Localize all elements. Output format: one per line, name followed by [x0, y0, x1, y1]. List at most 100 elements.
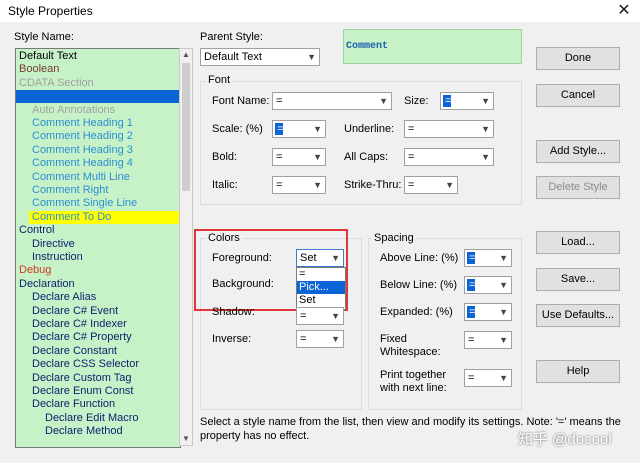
chevron-down-icon: ▼: [499, 335, 508, 345]
scroll-up-icon[interactable]: ▲: [180, 49, 192, 61]
style-list-item[interactable]: Boolean: [19, 63, 59, 76]
style-list-item[interactable]: Auto Annotations: [32, 104, 115, 117]
use-defaults-button[interactable]: Use Defaults...: [536, 304, 620, 327]
scale-label: Scale: (%): [212, 123, 263, 135]
done-button[interactable]: Done: [536, 47, 620, 70]
chevron-down-icon: ▼: [307, 52, 316, 62]
style-list-item[interactable]: Declare Constant: [32, 345, 117, 358]
foreground-value: Set: [300, 252, 317, 264]
preview-text: Comment: [346, 41, 389, 52]
style-list-item[interactable]: Declare Enum Const: [32, 385, 134, 398]
expanded-select[interactable]: = ▼: [464, 303, 512, 321]
italic-label: Italic:: [212, 179, 238, 191]
inverse-select[interactable]: = ▼: [296, 330, 344, 348]
style-list-item[interactable]: Comment Right: [32, 184, 108, 197]
underline-select[interactable]: = ▼: [404, 120, 494, 138]
foreground-select[interactable]: Set ▼: [296, 249, 344, 267]
style-list-item[interactable]: Comment To Do: [29, 210, 180, 224]
hint-line-2: property has no effect.: [200, 430, 310, 442]
save-button[interactable]: Save...: [536, 268, 620, 291]
scale-value: =: [277, 123, 284, 135]
strike-thru-value: =: [408, 179, 415, 191]
style-list-item[interactable]: Directive: [32, 238, 75, 251]
font-name-value: =: [276, 95, 283, 107]
style-list-item[interactable]: Debug: [19, 264, 51, 277]
print-together-select[interactable]: = ▼: [464, 369, 512, 387]
load-button[interactable]: Load...: [536, 231, 620, 254]
dropdown-option-set[interactable]: Set: [297, 294, 345, 307]
style-list-item[interactable]: Declare Custom Tag: [32, 372, 131, 385]
font-name-label: Font Name:: [212, 95, 270, 107]
add-style-button[interactable]: Add Style...: [536, 140, 620, 163]
strike-thru-label: Strike-Thru:: [344, 179, 402, 191]
spacing-group-label: Spacing: [372, 232, 416, 244]
parent-style-select[interactable]: Default Text ▼: [200, 48, 320, 66]
style-list-item[interactable]: Comment Heading 3: [32, 144, 133, 157]
shadow-value: =: [300, 310, 307, 322]
delete-style-button[interactable]: Delete Style: [536, 176, 620, 199]
style-list-item[interactable]: Comment Heading 2: [32, 130, 133, 143]
scroll-thumb[interactable]: [182, 63, 190, 191]
style-list-item[interactable]: Comment Multi Line: [32, 171, 130, 184]
style-list-item[interactable]: Declare C# Event: [32, 305, 118, 318]
chevron-down-icon: ▼: [331, 311, 340, 321]
style-list-item[interactable]: Declare CSS Selector: [32, 358, 139, 371]
hint-line-1: Select a style name from the list, then …: [200, 416, 621, 428]
chevron-down-icon: ▼: [499, 253, 508, 263]
fixed-whitespace-select[interactable]: = ▼: [464, 331, 512, 349]
above-line-select[interactable]: = ▼: [464, 249, 512, 267]
expanded-value: =: [469, 306, 476, 318]
style-list-item[interactable]: Declare C# Indexer: [32, 318, 127, 331]
style-list-item[interactable]: Comment Heading 1: [32, 117, 133, 130]
below-line-select[interactable]: = ▼: [464, 276, 512, 294]
dropdown-option-equals[interactable]: =: [297, 268, 345, 281]
chevron-down-icon: ▼: [313, 180, 322, 190]
style-list-item[interactable]: Declare Alias: [32, 291, 96, 304]
help-button[interactable]: Help: [536, 360, 620, 383]
cancel-button[interactable]: Cancel: [536, 84, 620, 107]
strike-thru-select[interactable]: = ▼: [404, 176, 458, 194]
bold-select[interactable]: = ▼: [272, 148, 326, 166]
style-list-scrollbar[interactable]: ▲ ▼: [179, 48, 193, 446]
foreground-dropdown[interactable]: = Pick... Set: [296, 267, 346, 310]
italic-select[interactable]: = ▼: [272, 176, 326, 194]
style-list-item[interactable]: Declare C# Property: [32, 331, 132, 344]
print-together-label-1: Print together: [380, 369, 447, 381]
style-list-items: Default Text Boolean CDATA Section Auto Ann…: [16, 49, 180, 447]
style-list-item[interactable]: Declaration: [19, 278, 75, 291]
above-line-label: Above Line: (%): [380, 252, 459, 264]
style-list-item[interactable]: CDATA Section: [19, 77, 94, 90]
all-caps-select[interactable]: = ▼: [404, 148, 494, 166]
scroll-down-icon[interactable]: ▼: [180, 433, 192, 445]
colors-group-label: Colors: [206, 232, 242, 244]
below-line-value: =: [469, 279, 476, 291]
print-together-label-2: with next line:: [380, 382, 447, 394]
shadow-select[interactable]: = ▼: [296, 307, 344, 325]
chevron-down-icon: ▼: [481, 152, 490, 162]
foreground-label: Foreground:: [212, 252, 272, 264]
style-list-item[interactable]: Instruction: [32, 251, 83, 264]
fixed-whitespace-label-1: Fixed: [380, 333, 407, 345]
style-list-item[interactable]: Default Text: [19, 50, 77, 63]
style-name-list[interactable]: Default Text Boolean CDATA Section Auto Ann…: [15, 48, 181, 448]
watermark: 知乎 @docool: [518, 431, 612, 448]
scale-select[interactable]: = ▼: [272, 120, 326, 138]
expanded-label: Expanded: (%): [380, 306, 453, 318]
size-select[interactable]: = ▼: [440, 92, 494, 110]
font-name-select[interactable]: = ▼: [272, 92, 392, 110]
style-list-item[interactable]: Declare Function: [32, 398, 115, 411]
dropdown-option-pick[interactable]: Pick...: [297, 281, 345, 294]
chevron-down-icon: ▼: [313, 124, 322, 134]
close-icon[interactable]: ✕: [614, 1, 634, 21]
style-list-item[interactable]: Declare Method: [45, 425, 123, 438]
style-list-item[interactable]: Control: [19, 224, 54, 237]
chevron-down-icon: ▼: [499, 307, 508, 317]
parent-style-value: Default Text: [204, 51, 262, 63]
style-list-item[interactable]: Declare Edit Macro: [45, 412, 139, 425]
style-list-item[interactable]: [16, 90, 180, 104]
size-label: Size:: [404, 95, 429, 107]
style-list-item[interactable]: Comment Heading 4: [32, 157, 133, 170]
fixed-whitespace-label-2: Whitespace:: [380, 346, 441, 358]
style-list-item[interactable]: Comment Single Line: [32, 197, 137, 210]
chevron-down-icon: ▼: [499, 373, 508, 383]
